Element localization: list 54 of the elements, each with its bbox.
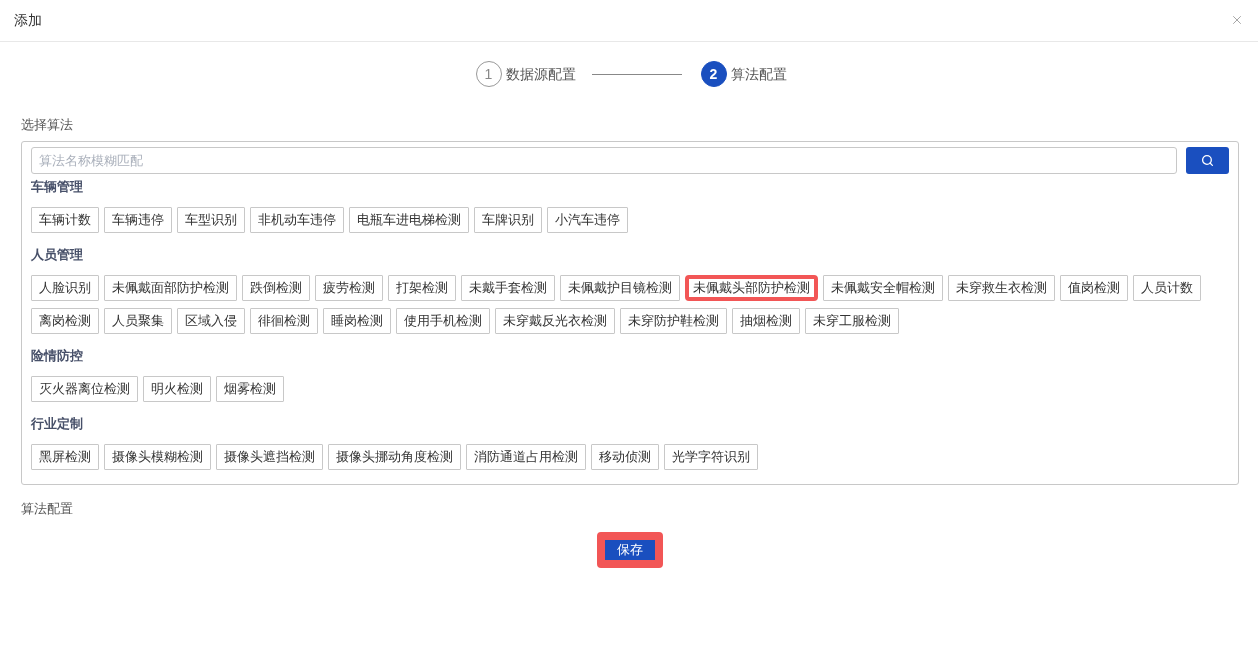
search-icon	[1201, 154, 1214, 167]
algorithm-tag[interactable]: 未佩戴护目镜检测	[560, 275, 680, 301]
save-button[interactable]: 保存	[597, 532, 663, 568]
search-button[interactable]	[1186, 147, 1229, 174]
algorithm-tag[interactable]: 光学字符识别	[664, 444, 758, 470]
search-field[interactable]: 算法名称模糊匹配	[31, 147, 1177, 174]
algorithm-tag[interactable]: 区域入侵	[177, 308, 245, 334]
algorithm-tag[interactable]: 明火检测	[143, 376, 211, 402]
category-title: 行业定制	[31, 415, 84, 433]
algorithm-tag[interactable]: 未穿工服检测	[805, 308, 899, 334]
algorithm-tag[interactable]: 人员聚集	[104, 308, 172, 334]
algorithm-tag[interactable]: 摄像头模糊检测	[104, 444, 211, 470]
algorithm-tag[interactable]: 离岗检测	[31, 308, 99, 334]
algorithm-tag[interactable]: 打架检测	[388, 275, 456, 301]
algorithm-tag[interactable]: 徘徊检测	[250, 308, 318, 334]
algorithm-tag[interactable]: 小汽车违停	[547, 207, 628, 233]
step-number: 2	[700, 61, 727, 87]
algorithm-tag[interactable]: 未穿防护鞋检测	[620, 308, 727, 334]
algorithm-tag[interactable]: 烟雾检测	[216, 376, 284, 402]
algorithm-tag[interactable]: 车型识别	[177, 207, 245, 233]
section-label: 算法配置	[21, 500, 74, 518]
algorithm-tag[interactable]: 使用手机检测	[396, 308, 490, 334]
algorithm-tag[interactable]: 抽烟检测	[732, 308, 800, 334]
category-title: 人员管理	[31, 246, 84, 264]
algorithm-tag[interactable]: 未佩戴头部防护检测	[685, 275, 818, 301]
algorithm-tag[interactable]: 摄像头挪动角度检测	[328, 444, 461, 470]
algorithm-tag[interactable]: 未穿救生衣检测	[948, 275, 1055, 301]
algorithm-tag[interactable]: 疲劳检测	[315, 275, 383, 301]
algorithm-tag[interactable]: 电瓶车进电梯检测	[349, 207, 469, 233]
algorithm-tag[interactable]: 黑屏检测	[31, 444, 99, 470]
algorithm-tag[interactable]: 移动侦测	[591, 444, 659, 470]
step-label: 算法配置	[730, 65, 787, 84]
algorithm-tag[interactable]: 值岗检测	[1060, 275, 1128, 301]
step-label: 数据源配置	[505, 65, 576, 84]
section-label: 选择算法	[21, 116, 74, 134]
category-title: 险情防控	[31, 347, 84, 365]
category-title: 车辆管理	[31, 178, 84, 196]
algorithm-tag[interactable]: 睡岗检测	[323, 308, 391, 334]
algorithm-tag[interactable]: 未戴手套检测	[461, 275, 555, 301]
dialog-title: 添加	[14, 10, 42, 30]
algorithm-tag[interactable]: 车牌识别	[474, 207, 542, 233]
algorithm-tag[interactable]: 摄像头遮挡检测	[216, 444, 323, 470]
algorithm-tag[interactable]: 非机动车违停	[250, 207, 344, 233]
algorithm-tag[interactable]: 人脸识别	[31, 275, 99, 301]
algorithm-tag[interactable]: 灭火器离位检测	[31, 376, 138, 402]
algorithm-tag[interactable]: 人员计数	[1133, 275, 1201, 301]
algorithm-tag[interactable]: 未佩戴安全帽检测	[823, 275, 943, 301]
algorithm-tag[interactable]: 消防通道占用检测	[466, 444, 586, 470]
algorithm-tag[interactable]: 车辆计数	[31, 207, 99, 233]
algorithm-tag[interactable]: 未穿戴反光衣检测	[495, 308, 615, 334]
algorithm-tag[interactable]: 车辆违停	[104, 207, 172, 233]
step-number: 1	[475, 61, 502, 87]
algorithm-tag[interactable]: 跌倒检测	[242, 275, 310, 301]
algorithm-tag[interactable]: 未佩戴面部防护检测	[104, 275, 237, 301]
